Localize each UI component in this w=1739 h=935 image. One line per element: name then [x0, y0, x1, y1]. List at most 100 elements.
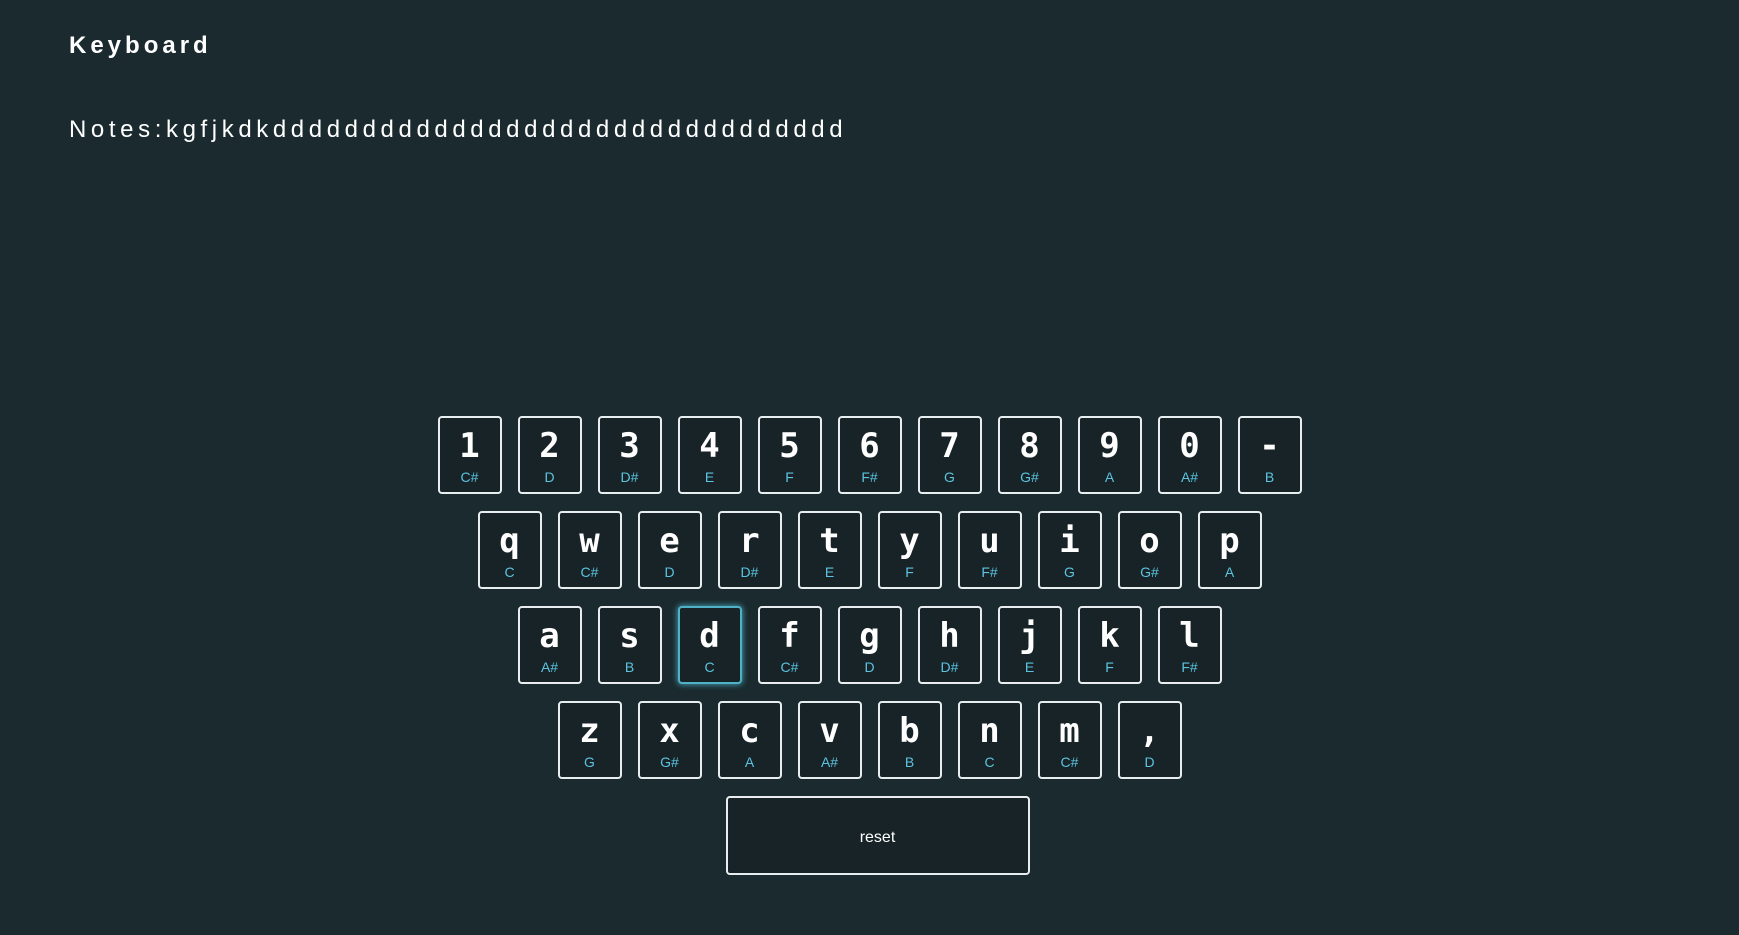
piano-key[interactable]: gD — [837, 606, 902, 684]
key-char: s — [619, 616, 640, 656]
reset-row: reset — [0, 796, 1739, 875]
piano-key[interactable]: yF — [877, 511, 942, 589]
keyboard-app: Keyboard Notes:kgfjkdkdddddddddddddddddd… — [0, 0, 1739, 935]
piano-key[interactable]: f C# — [757, 606, 822, 684]
piano-key[interactable]: 0 A# — [1157, 416, 1222, 494]
key-note: D — [1144, 754, 1155, 770]
piano-key[interactable]: dC — [677, 606, 742, 684]
key-char: v — [819, 711, 840, 751]
key-char: 9 — [1099, 426, 1120, 466]
piano-key[interactable]: 8 G# — [997, 416, 1062, 494]
piano-key[interactable]: kF — [1077, 606, 1142, 684]
piano-key[interactable]: -B — [1237, 416, 1302, 494]
key-char: h — [939, 616, 960, 656]
key-char: , — [1139, 711, 1160, 751]
piano-key[interactable]: o G# — [1117, 511, 1182, 589]
key-note: F — [905, 564, 914, 580]
key-note: G# — [660, 754, 679, 770]
key-char: p — [1219, 521, 1240, 561]
key-row: z Gx G# c Av A# b Bn Cm C#, D — [0, 701, 1739, 779]
key-note: F# — [861, 469, 878, 485]
piano-key[interactable]: 2D — [517, 416, 582, 494]
key-note: G — [1064, 564, 1075, 580]
key-note: D — [664, 564, 675, 580]
reset-button[interactable]: reset — [725, 796, 1030, 875]
piano-key[interactable]: eD — [637, 511, 702, 589]
piano-key[interactable]: u F# — [957, 511, 1022, 589]
key-note: F — [785, 469, 794, 485]
piano-key[interactable]: 5F — [757, 416, 822, 494]
key-char: 1 — [459, 426, 480, 466]
key-row: 1 C# 2 D 3 D# 4 E 5 F 6 F# 7 G 8 G# 9 A 0 A# - B — [0, 416, 1739, 494]
piano-key[interactable]: sB — [597, 606, 662, 684]
piano-key[interactable]: w C# — [557, 511, 622, 589]
piano-key[interactable]: iG — [1037, 511, 1102, 589]
key-char: g — [859, 616, 880, 656]
piano-key[interactable]: tE — [797, 511, 862, 589]
piano-key[interactable]: ,D — [1117, 701, 1182, 779]
key-note: D — [544, 469, 555, 485]
key-char: f — [779, 616, 800, 656]
key-char: y — [899, 521, 920, 561]
key-note: D# — [940, 659, 959, 675]
key-note: D# — [740, 564, 759, 580]
key-note: A# — [1180, 469, 1199, 485]
key-char: 4 — [699, 426, 720, 466]
piano-key[interactable]: 6 F# — [837, 416, 902, 494]
piano-key[interactable]: 7G — [917, 416, 982, 494]
piano-key[interactable]: qC — [477, 511, 542, 589]
key-note: C — [704, 659, 715, 675]
piano-key[interactable]: jE — [997, 606, 1062, 684]
key-char: m — [1059, 711, 1080, 751]
key-note: F# — [1181, 659, 1198, 675]
key-note: E — [824, 564, 835, 580]
key-note: E — [1024, 659, 1035, 675]
key-note: B — [904, 754, 915, 770]
piano-key[interactable]: 4E — [677, 416, 742, 494]
piano-key[interactable]: v A# — [797, 701, 862, 779]
key-note: C# — [780, 659, 799, 675]
key-char: e — [659, 521, 680, 561]
piano-key[interactable]: l F# — [1157, 606, 1222, 684]
key-note: E — [704, 469, 715, 485]
piano-key[interactable]: a A# — [517, 606, 582, 684]
key-note: C# — [1060, 754, 1079, 770]
key-row: q Cw C# e Dr D# t Ey Fu F# i Go G# p A — [0, 511, 1739, 589]
key-note: F — [1105, 659, 1114, 675]
piano-key[interactable]: 3 D# — [597, 416, 662, 494]
key-char: k — [1099, 616, 1120, 656]
key-note: C — [984, 754, 995, 770]
piano-key[interactable]: zG — [557, 701, 622, 779]
key-char: l — [1179, 616, 1200, 656]
piano-key[interactable]: cA — [717, 701, 782, 779]
key-note: D# — [620, 469, 639, 485]
piano-key[interactable]: bB — [877, 701, 942, 779]
key-char: 5 — [779, 426, 800, 466]
key-note: G — [584, 754, 595, 770]
key-note: F# — [981, 564, 998, 580]
piano-key[interactable]: pA — [1197, 511, 1262, 589]
key-char: 8 — [1019, 426, 1040, 466]
piano-key[interactable]: r D# — [717, 511, 782, 589]
piano-key[interactable]: m C# — [1037, 701, 1102, 779]
key-note: G# — [1020, 469, 1039, 485]
piano-key[interactable]: x G# — [637, 701, 702, 779]
piano-key[interactable]: h D# — [917, 606, 982, 684]
key-note: B — [1264, 469, 1275, 485]
key-char: 6 — [859, 426, 880, 466]
key-row: a A# s Bd Cf C# g Dh D# j Ek Fl F# — [0, 606, 1739, 684]
piano-key[interactable]: 9A — [1077, 416, 1142, 494]
key-char: q — [499, 521, 520, 561]
key-note: A — [1104, 469, 1115, 485]
notes-label: Notes: — [69, 116, 166, 143]
key-note: A — [744, 754, 755, 770]
key-note: A# — [540, 659, 559, 675]
key-char: 7 — [939, 426, 960, 466]
key-char: t — [819, 521, 840, 561]
key-char: a — [539, 616, 560, 656]
piano-key[interactable]: nC — [957, 701, 1022, 779]
key-note: C# — [460, 469, 479, 485]
piano-key[interactable]: 1 C# — [437, 416, 502, 494]
key-char: 2 — [539, 426, 560, 466]
key-char: 0 — [1179, 426, 1200, 466]
